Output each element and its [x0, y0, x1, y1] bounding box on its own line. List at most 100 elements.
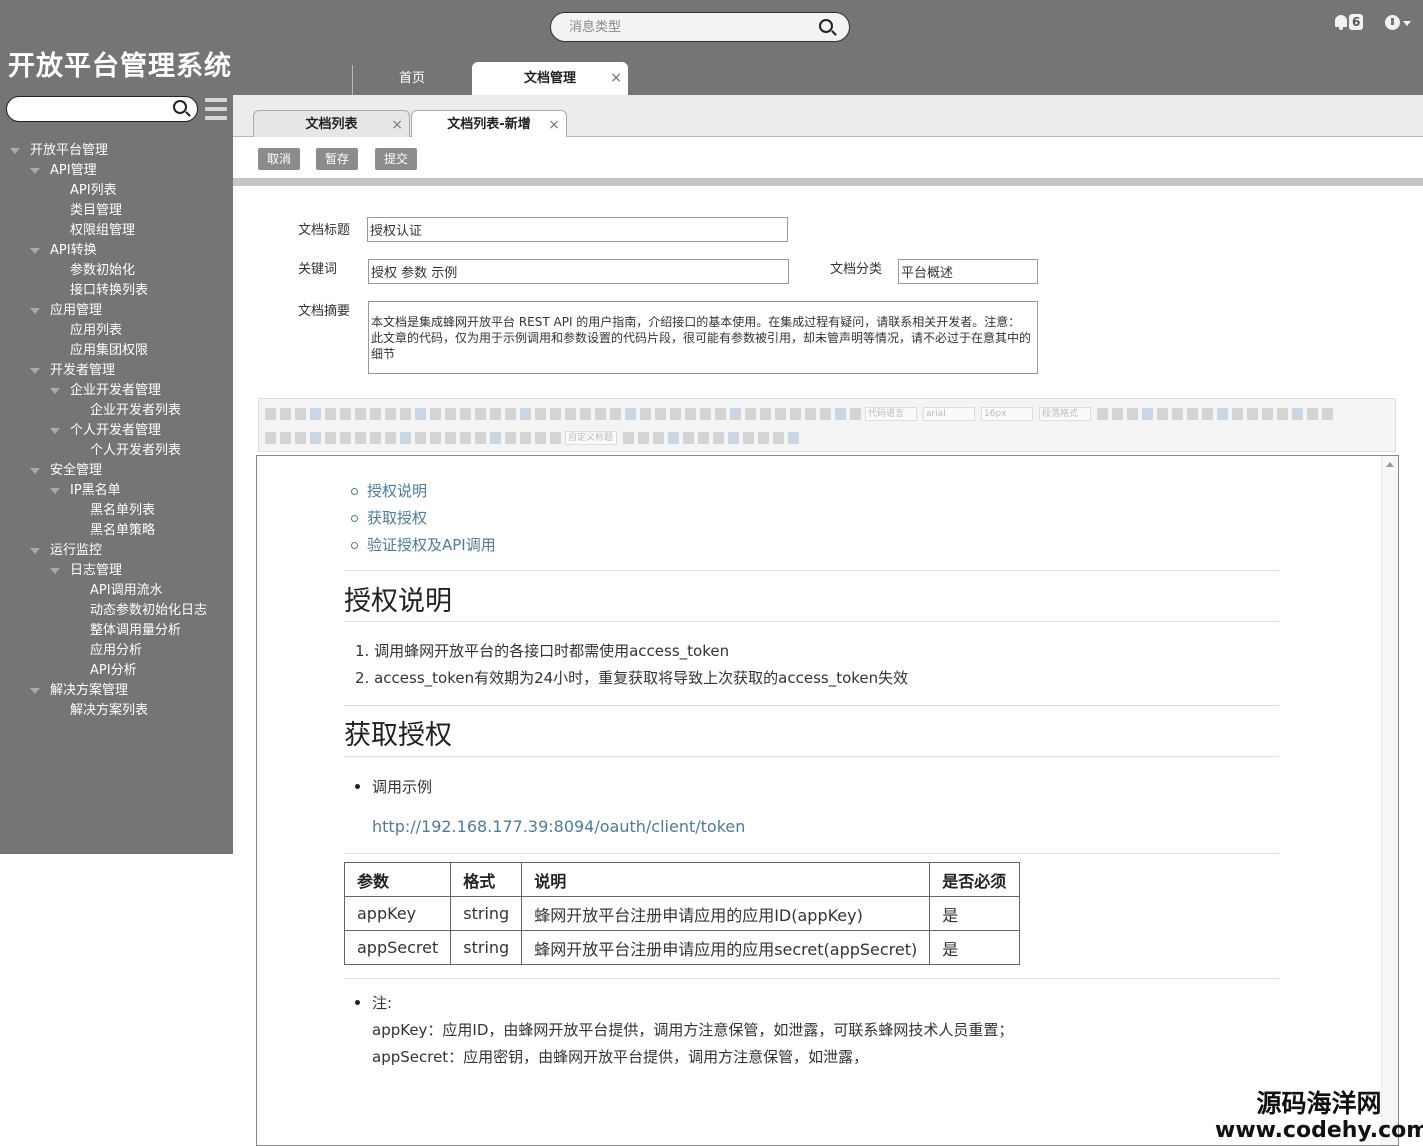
- sidebar-item[interactable]: 日志管理: [50, 562, 122, 582]
- sidebar-item[interactable]: 企业开发者管理: [50, 382, 161, 402]
- sidebar-item[interactable]: 整体调用量分析: [90, 622, 181, 642]
- editor-tool-icon[interactable]: [325, 407, 336, 420]
- editor-tool-icon[interactable]: [445, 431, 456, 444]
- editor-tool-icon[interactable]: [745, 407, 756, 420]
- user-menu[interactable]: [1383, 14, 1415, 34]
- editor-tool-icon[interactable]: [1202, 407, 1213, 420]
- sidebar-item[interactable]: 解决方案列表: [70, 702, 148, 722]
- sidebar-search-input[interactable]: [19, 101, 169, 117]
- caret-down-icon[interactable]: [10, 148, 20, 154]
- editor-tool-icon[interactable]: [713, 431, 724, 444]
- caret-down-icon[interactable]: [30, 548, 40, 554]
- caret-down-icon[interactable]: [30, 248, 40, 254]
- caret-down-icon[interactable]: [30, 688, 40, 694]
- editor-tool-icon[interactable]: [788, 431, 799, 444]
- editor-tool-icon[interactable]: [565, 407, 576, 420]
- menu-toggle-icon[interactable]: [205, 98, 227, 120]
- search-icon[interactable]: [173, 100, 191, 118]
- editor-tool-icon[interactable]: [445, 407, 456, 420]
- user-icon[interactable]: [1385, 15, 1400, 30]
- bell-icon[interactable]: [1335, 15, 1347, 27]
- editor-tool-icon[interactable]: [743, 431, 754, 444]
- editor-tool-icon[interactable]: [490, 431, 501, 444]
- subtab-document-list[interactable]: 文档列表 ×: [253, 110, 410, 137]
- close-icon[interactable]: ×: [391, 111, 403, 139]
- editor-tool-icon[interactable]: [520, 431, 531, 444]
- editor-tool-icon[interactable]: [610, 407, 621, 420]
- editor-tool-icon[interactable]: [670, 407, 681, 420]
- editor-tool-icon[interactable]: [1277, 407, 1288, 420]
- editor-tool-icon[interactable]: [310, 431, 321, 444]
- editor-tool-icon[interactable]: [835, 407, 846, 420]
- editor-tool-icon[interactable]: [460, 407, 471, 420]
- sidebar-item[interactable]: 安全管理: [30, 462, 102, 482]
- editor-tool-icon[interactable]: [430, 431, 441, 444]
- editor-tool-icon[interactable]: [640, 407, 651, 420]
- sidebar-item[interactable]: 应用集团权限: [70, 342, 148, 362]
- sidebar-item[interactable]: 应用管理: [30, 302, 102, 322]
- editor-tool-icon[interactable]: [655, 407, 666, 420]
- sidebar-item[interactable]: API转换: [30, 242, 97, 262]
- editor-tool-icon[interactable]: [700, 407, 711, 420]
- editor-tool-icon[interactable]: [730, 407, 741, 420]
- editor-tool-icon[interactable]: [595, 407, 606, 420]
- save-draft-button[interactable]: 暂存: [316, 148, 359, 170]
- sidebar-item[interactable]: 黑名单策略: [90, 522, 155, 542]
- editor-tool-icon[interactable]: [475, 407, 486, 420]
- editor-tool-icon[interactable]: [758, 431, 769, 444]
- editor-tool-icon[interactable]: [1292, 407, 1303, 420]
- editor-tool-icon[interactable]: [400, 407, 411, 420]
- editor-tool-icon[interactable]: [638, 431, 649, 444]
- editor-tool-icon[interactable]: [280, 431, 291, 444]
- close-icon[interactable]: ×: [610, 62, 622, 95]
- editor-content[interactable]: 授权说明 获取授权 验证授权及API调用 授权说明 1. 调用蜂网开放平台的各接…: [256, 455, 1399, 1146]
- message-type-search[interactable]: [550, 12, 850, 42]
- editor-tool-icon[interactable]: [683, 431, 694, 444]
- editor-tool-icon[interactable]: [775, 407, 786, 420]
- subtab-document-new[interactable]: 文档列表-新增 ×: [411, 110, 567, 138]
- editor-tool-icon[interactable]: [1187, 407, 1198, 420]
- editor-tool-icon[interactable]: [520, 407, 531, 420]
- editor-tool-icon[interactable]: [1307, 407, 1318, 420]
- notification-bell[interactable]: 6: [1333, 14, 1369, 32]
- editor-select[interactable]: 16px: [981, 406, 1033, 421]
- editor-tool-icon[interactable]: [340, 407, 351, 420]
- sidebar-item[interactable]: 参数初始化: [70, 262, 135, 282]
- editor-tool-icon[interactable]: [355, 431, 366, 444]
- editor-tool-icon[interactable]: [1127, 407, 1138, 420]
- editor-tool-icon[interactable]: [653, 431, 664, 444]
- editor-tool-icon[interactable]: [1172, 407, 1183, 420]
- editor-tool-icon[interactable]: [535, 431, 546, 444]
- editor-tool-icon[interactable]: [535, 407, 546, 420]
- editor-tool-icon[interactable]: [760, 407, 771, 420]
- editor-tool-icon[interactable]: [1097, 407, 1108, 420]
- editor-tool-icon[interactable]: [370, 407, 381, 420]
- editor-tool-icon[interactable]: [668, 431, 679, 444]
- editor-select[interactable]: 自定义标题: [565, 430, 617, 445]
- caret-down-icon[interactable]: [30, 308, 40, 314]
- submit-button[interactable]: 提交: [375, 148, 418, 170]
- editor-tool-icon[interactable]: [820, 407, 831, 420]
- editor-tool-icon[interactable]: [805, 407, 816, 420]
- editor-tool-icon[interactable]: [415, 407, 426, 420]
- sidebar-item[interactable]: 企业开发者列表: [90, 402, 181, 422]
- scrollbar[interactable]: [1381, 456, 1398, 1145]
- editor-tool-icon[interactable]: [728, 431, 739, 444]
- editor-tool-icon[interactable]: [1232, 407, 1243, 420]
- caret-down-icon[interactable]: [50, 428, 60, 434]
- category-input[interactable]: [898, 259, 1038, 284]
- message-type-search-input[interactable]: [569, 18, 809, 36]
- scroll-up-icon[interactable]: [1386, 462, 1394, 467]
- caret-down-icon[interactable]: [30, 168, 40, 174]
- editor-tool-icon[interactable]: [1262, 407, 1273, 420]
- search-icon[interactable]: [819, 19, 837, 37]
- editor-tool-icon[interactable]: [1322, 407, 1333, 420]
- tab-home[interactable]: 首页: [380, 62, 444, 95]
- editor-tool-icon[interactable]: [550, 407, 561, 420]
- editor-tool-icon[interactable]: [265, 407, 276, 420]
- editor-tool-icon[interactable]: [385, 431, 396, 444]
- cancel-button[interactable]: 取消: [258, 148, 301, 170]
- editor-tool-icon[interactable]: [1142, 407, 1153, 420]
- editor-tool-icon[interactable]: [400, 431, 411, 444]
- editor-tool-icon[interactable]: [340, 431, 351, 444]
